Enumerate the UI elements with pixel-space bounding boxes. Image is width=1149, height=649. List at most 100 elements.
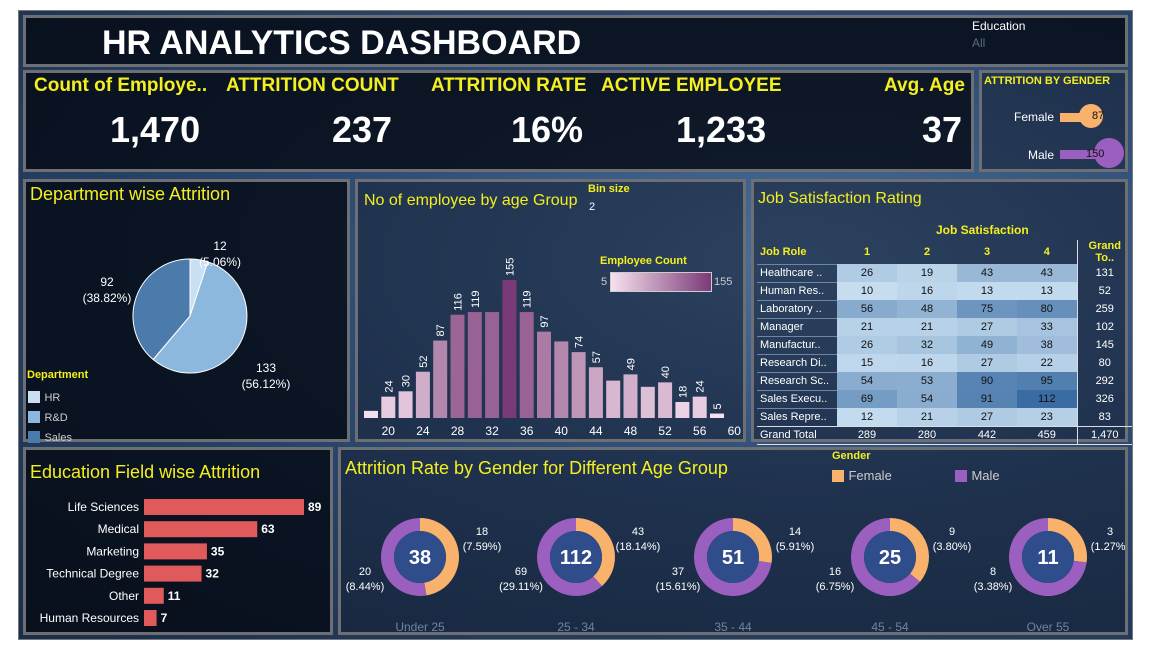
age-bar[interactable]	[537, 331, 551, 418]
education-panel: Education Field wise Attrition Life Scie…	[23, 447, 333, 635]
table-header-cell[interactable]: Grand To..	[1076, 240, 1132, 264]
grand-total-cell: Grand Total	[757, 425, 837, 445]
satisfaction-cell: 26	[837, 264, 897, 282]
satisfaction-cell: 10	[837, 282, 897, 300]
table-row[interactable]: Laboratory .. 56 48 75 80 259	[757, 299, 1132, 318]
age-group-label: 45 - 54	[871, 620, 909, 632]
age-bar[interactable]	[519, 312, 534, 418]
dashboard-title: HR ANALYTICS DASHBOARD	[102, 24, 582, 62]
female-value: 87	[1092, 110, 1105, 122]
age-bar[interactable]	[364, 410, 378, 418]
education-bar[interactable]	[144, 610, 157, 626]
age-bar[interactable]	[588, 367, 603, 418]
header-bar: HR ANALYTICS DASHBOARD Education All	[23, 15, 1128, 67]
age-bar[interactable]	[658, 382, 673, 418]
age-bar[interactable]	[554, 341, 569, 418]
age-bar[interactable]	[710, 413, 724, 418]
age-bar[interactable]	[433, 340, 448, 418]
education-bar-value: 11	[168, 589, 181, 603]
satisfaction-cell: 21	[897, 318, 957, 336]
satisfaction-cell: 21	[897, 408, 957, 426]
legend-swatch-sales	[28, 430, 40, 443]
legend-item-rd[interactable]: R&D	[28, 408, 72, 428]
department-pie-chart: 12 (5.06%) 133 (56.12%) 92 (38.82%)	[83, 239, 291, 391]
table-header-cell[interactable]: 2	[897, 240, 957, 264]
donut-total: 25	[879, 547, 901, 569]
female-count-label: 3	[1107, 526, 1113, 538]
satisfaction-cell: 56	[837, 300, 897, 318]
male-count-label: 8	[990, 566, 996, 578]
male-pct-label: (3.38%)	[974, 581, 1013, 593]
legend-item-sales[interactable]: Sales	[28, 428, 72, 448]
legend-label-sales: Sales	[44, 432, 72, 444]
kpi-attrition-rate-label: ATTRITION RATE	[431, 75, 587, 96]
age-axis-tick: 60	[728, 424, 742, 438]
satisfaction-cell: 53	[897, 372, 957, 390]
female-count-label: 9	[949, 526, 955, 538]
satisfaction-cell: 27	[957, 318, 1017, 336]
table-row[interactable]: Manager 21 21 27 33 102	[757, 317, 1132, 336]
age-bar[interactable]	[640, 386, 655, 418]
age-bar[interactable]	[571, 352, 586, 418]
male-value: 150	[1086, 148, 1105, 160]
age-axis-tick: 20	[382, 424, 396, 438]
table-row[interactable]: Human Res.. 10 16 13 13 52	[757, 281, 1132, 300]
table-header-cell[interactable]: 1	[837, 240, 897, 264]
age-bar[interactable]	[381, 396, 396, 418]
table-row[interactable]: Healthcare .. 26 19 43 43 131	[757, 263, 1132, 282]
kpi-active-employee-value: 1,233	[676, 109, 767, 150]
female-count-label: 14	[789, 526, 801, 538]
education-bar[interactable]	[144, 587, 164, 604]
dept-rd-count: 133	[256, 361, 276, 375]
kpi-attrition-rate-value: 16%	[511, 109, 584, 150]
table-header-cell[interactable]: Job Role	[757, 240, 837, 264]
table-row[interactable]: Research Di.. 15 16 27 22 80	[757, 353, 1132, 372]
satisfaction-cell: 13	[1017, 282, 1077, 300]
satisfaction-cell: 90	[957, 372, 1017, 390]
age-bar[interactable]	[675, 401, 690, 418]
grand-total-row: Grand Total 289 280 442 459 1,470	[757, 425, 1132, 445]
age-bar[interactable]	[623, 374, 638, 418]
age-bar[interactable]	[450, 314, 465, 418]
age-bar[interactable]	[485, 312, 500, 418]
education-bar[interactable]	[144, 543, 207, 560]
education-category-label: Other	[109, 589, 139, 603]
kpi-employee-count-label: Count of Employe..	[34, 75, 208, 96]
age-group-panel: No of employee by age Group Bin size 2 E…	[355, 179, 746, 442]
age-group-label: 25 - 34	[557, 620, 595, 632]
kpi-attrition-count-label: ATTRITION COUNT	[226, 75, 399, 96]
age-bar[interactable]	[398, 391, 413, 418]
education-bar[interactable]	[144, 521, 258, 538]
table-row[interactable]: Sales Repre.. 12 21 27 23 83	[757, 407, 1132, 426]
department-legend-title: Department	[27, 369, 89, 381]
age-bar[interactable]	[692, 396, 707, 418]
age-bar[interactable]	[606, 380, 621, 418]
male-label: Male	[1028, 148, 1055, 162]
education-bar-value: 63	[261, 522, 275, 536]
satisfaction-cell: 27	[957, 408, 1017, 426]
row-total-cell: 83	[1076, 408, 1132, 426]
satisfaction-cell: 33	[1017, 318, 1077, 336]
legend-item-hr[interactable]: HR	[28, 388, 72, 408]
age-bar-label: 155	[504, 258, 516, 276]
table-row[interactable]: Sales Execu.. 69 54 91 112 326	[757, 389, 1132, 408]
male-pct-label: (8.44%)	[346, 581, 385, 593]
dept-rd-pct: (56.12%)	[242, 377, 291, 391]
satisfaction-cell: 91	[957, 390, 1017, 408]
satisfaction-cell: 16	[897, 282, 957, 300]
legend-label-hr: HR	[44, 392, 61, 404]
education-bar[interactable]	[144, 499, 304, 515]
female-pct-label: (18.14%)	[616, 541, 661, 553]
legend-swatch-hr	[28, 390, 40, 403]
table-row[interactable]: Research Sc.. 54 53 90 95 292	[757, 371, 1132, 390]
male-pct-label: (29.11%)	[499, 581, 543, 593]
age-bar[interactable]	[502, 280, 517, 418]
table-row[interactable]: Manufactur.. 26 32 49 38 145	[757, 335, 1132, 354]
table-header-cell[interactable]: 4	[1017, 240, 1077, 264]
education-bar[interactable]	[144, 565, 202, 582]
age-bar[interactable]	[415, 371, 430, 418]
age-bar[interactable]	[467, 312, 482, 418]
education-filter-dropdown[interactable]: All	[972, 36, 1092, 50]
kpi-avg-age-value: 37	[922, 109, 963, 150]
table-header-cell[interactable]: 3	[957, 240, 1017, 264]
